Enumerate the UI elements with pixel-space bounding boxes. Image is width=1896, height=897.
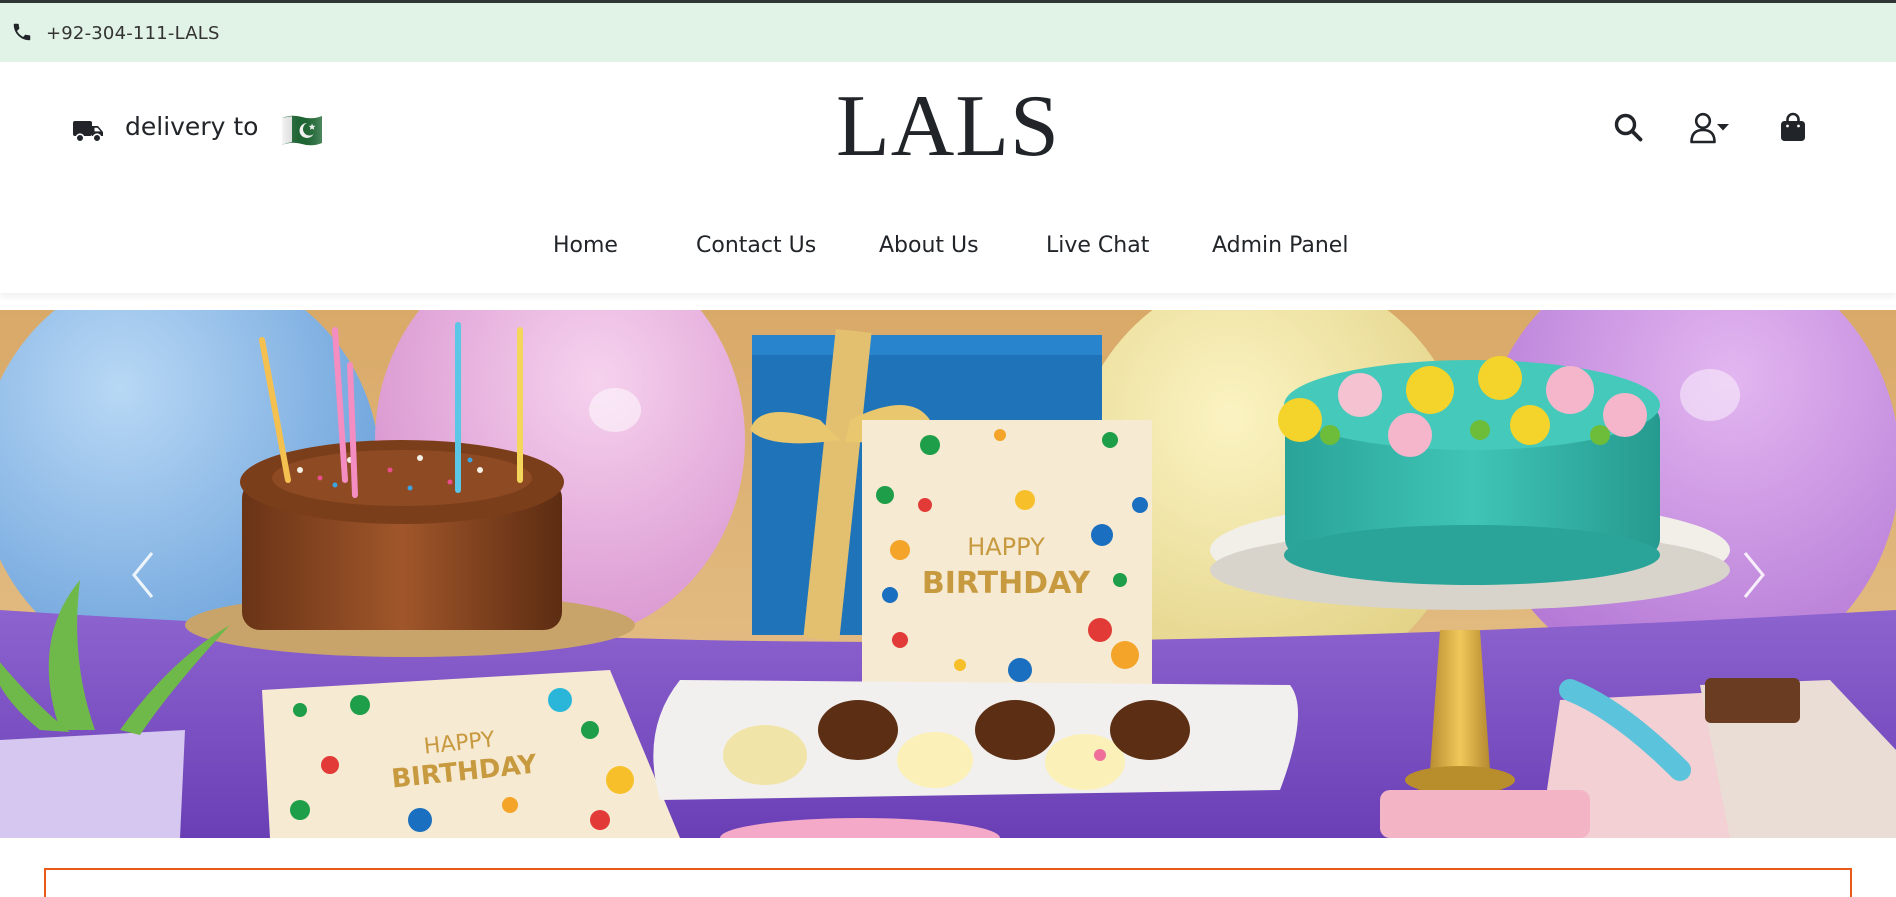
shopping-bag-icon[interactable] [1780,112,1806,142]
chevron-right-icon[interactable] [1735,545,1775,605]
user-dropdown-icon[interactable] [1690,112,1730,144]
main-navigation: Home Contact Us About Us Live Chat Admin… [0,195,1896,293]
hero-carousel[interactable]: HAPPY BIRTHDAY HAPPY BIRTHDAY [0,310,1896,838]
nav-item-live-chat[interactable]: Live Chat [1046,233,1149,258]
nav-item-contact-us[interactable]: Contact Us [696,233,816,258]
site-logo[interactable]: LALS [0,83,1896,171]
svg-text:BIRTHDAY: BIRTHDAY [922,566,1092,601]
content-panel-frame [44,868,1852,897]
phone-icon [13,23,31,41]
chevron-left-icon[interactable] [122,545,162,605]
nav-item-about-us[interactable]: About Us [879,233,979,258]
site-header: delivery to LALS [0,62,1896,257]
contact-topbar: +92-304-111-LALS [0,3,1896,62]
search-icon[interactable] [1613,112,1643,142]
hero-image: HAPPY BIRTHDAY HAPPY BIRTHDAY [0,310,1896,838]
svg-text:HAPPY: HAPPY [967,533,1045,561]
phone-number[interactable]: +92-304-111-LALS [46,23,220,44]
nav-item-admin-panel[interactable]: Admin Panel [1212,233,1348,258]
nav-item-home[interactable]: Home [553,233,618,258]
